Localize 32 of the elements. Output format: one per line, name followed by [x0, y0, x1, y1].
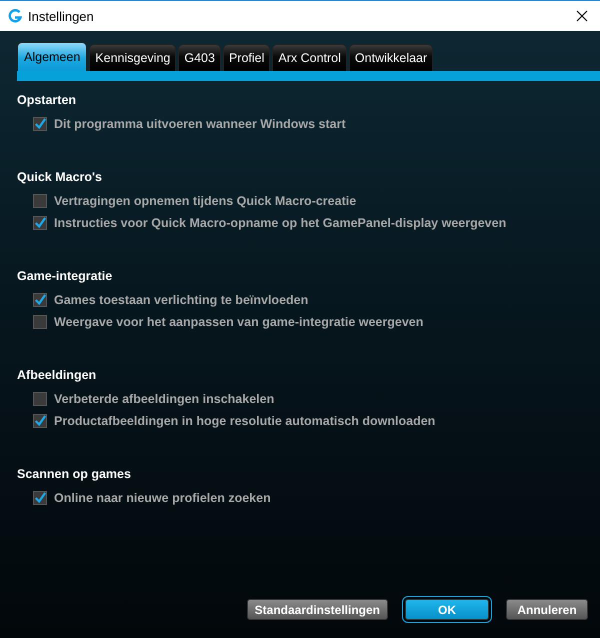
- section-heading: Afbeeldingen: [17, 368, 98, 382]
- dialog-button[interactable]: Standaardinstellingen: [246, 599, 388, 620]
- checkbox[interactable]: [33, 194, 47, 208]
- tab[interactable]: Arx Control: [272, 44, 347, 71]
- section-heading: Game-integratie: [17, 269, 114, 283]
- checkbox[interactable]: [33, 117, 47, 131]
- checkbox-label[interactable]: Instructies voor Quick Macro-opname op het GamePanel-display weergeven: [54, 216, 506, 230]
- checkbox-label[interactable]: Verbeterde afbeeldingen inschakelen: [54, 392, 274, 406]
- tab[interactable]: Profiel: [222, 44, 270, 71]
- logo-icon: [8, 9, 22, 23]
- section-heading: Scannen op games: [17, 467, 132, 481]
- close-icon[interactable]: [576, 10, 588, 22]
- window-title: Instellingen: [28, 8, 95, 24]
- checkbox[interactable]: [33, 293, 47, 307]
- tab[interactable]: Kennisgeving: [89, 44, 176, 71]
- checkbox-label[interactable]: Vertragingen opnemen tijdens Quick Macro-creatie: [54, 194, 356, 208]
- section-heading: Opstarten: [17, 93, 78, 107]
- checkbox[interactable]: [33, 392, 47, 406]
- checkbox-label[interactable]: Dit programma uitvoeren wanneer Windows start: [54, 117, 346, 131]
- tab[interactable]: G403: [178, 44, 221, 71]
- checkbox-label[interactable]: Games toestaan verlichting te beïnvloeden: [54, 293, 308, 307]
- tab[interactable]: Algemeen: [17, 42, 88, 71]
- checkbox[interactable]: [33, 414, 47, 428]
- checkbox-label[interactable]: Productafbeeldingen in hoge resolutie automatisch downloaden: [54, 414, 436, 428]
- checkbox[interactable]: [33, 216, 47, 230]
- dialog-button[interactable]: Annuleren: [506, 599, 588, 620]
- checkbox-label[interactable]: Weergave voor het aanpassen van game-integratie weergeven: [54, 315, 424, 329]
- tab[interactable]: Ontwikkelaar: [348, 44, 434, 71]
- checkbox[interactable]: [33, 315, 47, 329]
- checkbox[interactable]: [33, 491, 47, 505]
- section-heading: Quick Macro's: [17, 170, 103, 184]
- checkbox-label[interactable]: Online naar nieuwe profielen zoeken: [54, 491, 271, 505]
